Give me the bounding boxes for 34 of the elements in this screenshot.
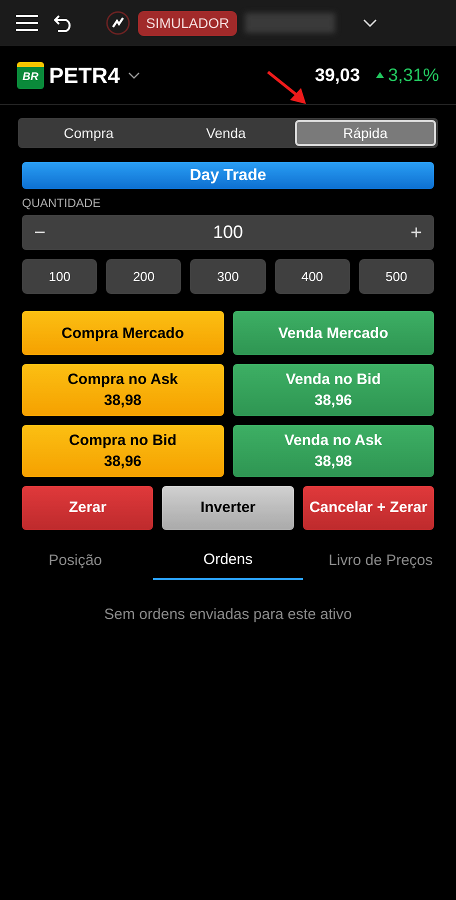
order-action-button[interactable]: Compra Mercado (22, 311, 224, 355)
order-action-button[interactable]: Compra no Bid 38,96 (22, 425, 224, 477)
order-type-tab[interactable]: Compra (20, 120, 158, 146)
empty-message: Sem ordens enviadas para este ativo (103, 605, 353, 625)
action-button[interactable]: Cancelar + Zerar (302, 486, 434, 530)
quantity-label: QUANTIDADE (22, 195, 102, 212)
ticker-symbol[interactable]: PETR4 (49, 58, 120, 92)
order-type-tab[interactable]: Venda (157, 120, 295, 146)
menu-icon[interactable] (16, 15, 38, 31)
increase-button[interactable]: + (410, 218, 422, 248)
quantity-preset-button[interactable]: 100 (22, 259, 98, 294)
tab[interactable]: Ordens (152, 542, 304, 580)
simulator-badge: SIMULADOR (138, 10, 238, 36)
action-button[interactable]: Inverter (162, 486, 294, 530)
br-logo: BR (17, 62, 44, 88)
quantity-preset-button[interactable]: 300 (190, 259, 266, 294)
quantity-preset-button[interactable]: 200 (106, 259, 182, 294)
lightning-logo-icon (106, 11, 130, 35)
day-trade-banner: Day Trade (22, 162, 434, 189)
arrow-drawing (266, 70, 308, 106)
price-change: 3,31% (376, 62, 439, 88)
tab[interactable]: Posição (0, 542, 151, 580)
action-button[interactable]: Zerar (22, 486, 154, 530)
quantity-preset-button[interactable]: 500 (358, 259, 434, 294)
quantity-preset-button[interactable]: 400 (274, 259, 350, 294)
quantity-field[interactable]: − 100 + (22, 215, 434, 250)
triangle-up-icon (376, 72, 384, 78)
price: 39,03 (314, 64, 360, 86)
order-action-button[interactable]: Compra no Ask 38,98 (22, 364, 224, 416)
order-type-tab[interactable]: Rápida (294, 120, 436, 146)
tab[interactable]: Livro de Preços (305, 542, 456, 580)
chevron-down-icon[interactable] (128, 72, 140, 78)
quantity-value: 100 (212, 221, 244, 244)
decrease-button[interactable]: − (34, 218, 46, 248)
